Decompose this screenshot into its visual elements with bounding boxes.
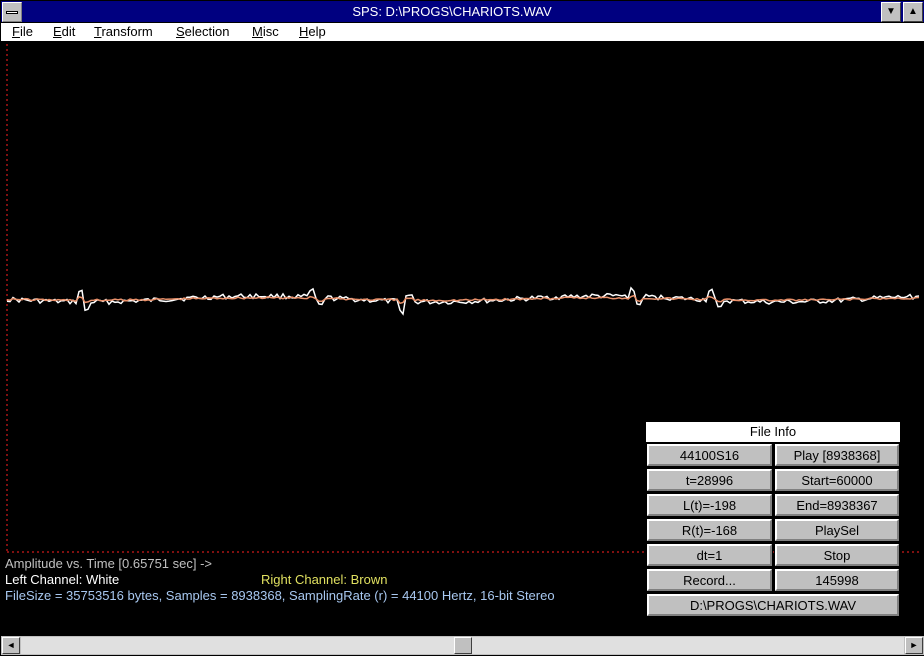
left-channel-label: Left Channel: White (5, 572, 120, 587)
waveform-plot[interactable]: Amplitude vs. Time [0.65751 sec] -> Left… (1, 42, 924, 634)
app-window: SPS: D:\PROGS\CHARIOTS.WAV ▼ ▲ File Edit… (0, 0, 924, 656)
menu-selection[interactable]: Selection (176, 24, 229, 39)
system-menu-icon (6, 11, 18, 14)
play-selection-button[interactable]: PlaySel (774, 518, 900, 542)
maximize-button[interactable]: ▲ (903, 2, 923, 22)
menu-bar: File Edit Transform Selection Misc Help (1, 23, 924, 42)
menu-file[interactable]: File (12, 24, 33, 39)
system-menu-button[interactable] (2, 2, 22, 22)
file-summary-text: FileSize = 35753516 bytes, Samples = 893… (5, 588, 555, 603)
scroll-left-button[interactable]: ◄ (2, 637, 20, 654)
menu-misc[interactable]: Misc (252, 24, 279, 39)
filename-button[interactable]: D:\PROGS\CHARIOTS.WAV (646, 593, 900, 617)
dt-button[interactable]: dt=1 (646, 543, 773, 567)
menu-help[interactable]: Help (299, 24, 326, 39)
menu-transform[interactable]: Transform (94, 24, 153, 39)
title-bar: SPS: D:\PROGS\CHARIOTS.WAV ▼ ▲ (1, 1, 924, 23)
count-button[interactable]: 145998 (774, 568, 900, 592)
start-button[interactable]: Start=60000 (774, 468, 900, 492)
play-button[interactable]: Play [8938368] (774, 443, 900, 467)
stop-button[interactable]: Stop (774, 543, 900, 567)
right-value-button[interactable]: R(t)=-168 (646, 518, 773, 542)
time-button[interactable]: t=28996 (646, 468, 773, 492)
file-info-title: File Info (646, 422, 900, 442)
scroll-thumb[interactable] (453, 637, 472, 654)
record-button[interactable]: Record... (646, 568, 773, 592)
horizontal-scrollbar[interactable]: ◄ ► (1, 635, 924, 655)
minimize-button[interactable]: ▼ (881, 2, 901, 22)
right-channel-label: Right Channel: Brown (261, 572, 388, 587)
format-button[interactable]: 44100S16 (646, 443, 773, 467)
amplitude-label: Amplitude vs. Time [0.65751 sec] -> (5, 556, 213, 571)
left-value-button[interactable]: L(t)=-198 (646, 493, 773, 517)
window-title: SPS: D:\PROGS\CHARIOTS.WAV (352, 4, 552, 19)
scroll-right-button[interactable]: ► (905, 637, 923, 654)
menu-edit[interactable]: Edit (53, 24, 75, 39)
end-button[interactable]: End=8938367 (774, 493, 900, 517)
